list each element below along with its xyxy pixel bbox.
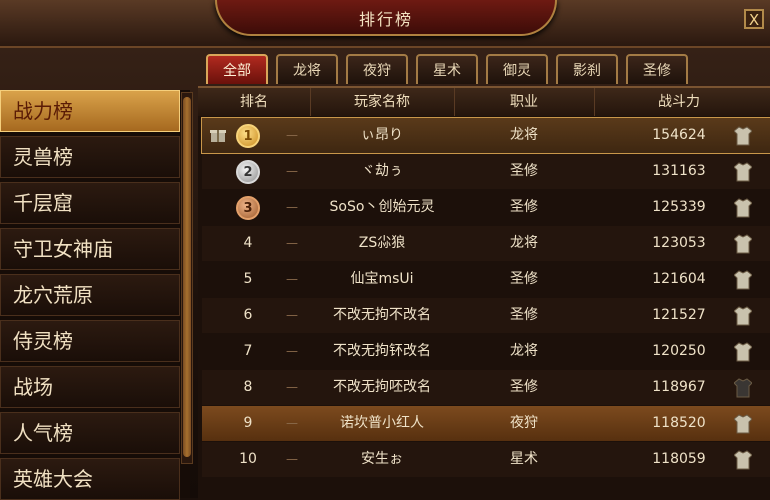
table-row[interactable]: 6— 不改无拘不改名 圣修 121527 bbox=[202, 298, 770, 333]
player-name: ぃ昂り bbox=[361, 127, 403, 143]
shirt-icon[interactable] bbox=[734, 450, 752, 470]
rank-trend: — bbox=[286, 128, 298, 142]
ranking-category-sidebar: 战力榜 灵兽榜 千层窟 守卫女神庙 龙穴荒原 侍灵榜 战场 人气榜 英雄大会 bbox=[0, 90, 190, 500]
sidebar-scrollbar[interactable] bbox=[181, 92, 193, 464]
rank-number: 4 bbox=[243, 235, 253, 251]
sidebar-item-beast[interactable]: 灵兽榜 bbox=[0, 136, 180, 178]
player-job: 龙将 bbox=[510, 343, 538, 359]
shirt-icon[interactable] bbox=[734, 414, 752, 434]
player-name: 诺坎普小红人 bbox=[340, 415, 424, 431]
tab-shengxiu[interactable]: 圣修 bbox=[626, 54, 688, 84]
player-job: 圣修 bbox=[510, 379, 538, 395]
shirt-icon[interactable] bbox=[734, 162, 752, 182]
rank-trend: — bbox=[286, 416, 298, 430]
sidebar-item-temple[interactable]: 守卫女神庙 bbox=[0, 228, 180, 270]
player-job: 星术 bbox=[510, 451, 538, 467]
player-name: ZS尛狼 bbox=[358, 235, 406, 251]
table-row[interactable]: 8— 不改无拘呸改名 圣修 118967 bbox=[202, 370, 770, 405]
tab-all[interactable]: 全部 bbox=[206, 54, 268, 84]
rank-trend: — bbox=[286, 164, 298, 178]
rank-medal-icon: 1 bbox=[236, 124, 260, 148]
player-job: 圣修 bbox=[510, 163, 538, 179]
shirt-icon[interactable] bbox=[734, 198, 752, 218]
shirt-icon[interactable] bbox=[734, 270, 752, 290]
table-row[interactable]: 1— ぃ昂り 龙将 154624 bbox=[201, 117, 770, 154]
rank-number: 10 bbox=[239, 451, 257, 467]
player-name: 不改无拘不改名 bbox=[333, 307, 431, 323]
header-power: 战斗力 bbox=[658, 94, 700, 110]
tab-longjiang[interactable]: 龙将 bbox=[276, 54, 338, 84]
player-name: ヾ劫ぅ bbox=[361, 163, 403, 179]
table-header: 排名 玩家名称 职业 战斗力 bbox=[198, 88, 770, 116]
scrollbar-thumb[interactable] bbox=[183, 97, 191, 457]
rank-trend: — bbox=[286, 380, 298, 394]
sidebar-item-hero-tournament[interactable]: 英雄大会 bbox=[0, 458, 180, 500]
rank-medal-icon: 2 bbox=[236, 160, 260, 184]
player-job: 夜狩 bbox=[510, 415, 538, 431]
ranking-table: 排名 玩家名称 职业 战斗力 1— ぃ昂り 龙将 154624 2— ヾ劫ぅ 圣修 13116… bbox=[198, 86, 770, 500]
rank-number: 5 bbox=[243, 271, 253, 287]
header-rank: 排名 bbox=[198, 88, 311, 116]
title-plate: 排行榜 bbox=[215, 0, 557, 36]
table-row[interactable]: 7— 不改无拘钚改名 龙将 120250 bbox=[202, 334, 770, 369]
tab-yuling[interactable]: 御灵 bbox=[486, 54, 548, 84]
rank-trend: — bbox=[286, 344, 298, 358]
sidebar-item-battlefield[interactable]: 战场 bbox=[0, 366, 180, 408]
rank-number: 8 bbox=[243, 379, 253, 395]
tab-xingshu[interactable]: 星术 bbox=[416, 54, 478, 84]
sidebar-item-spirit[interactable]: 侍灵榜 bbox=[0, 320, 180, 362]
player-name: 不改无拘呸改名 bbox=[333, 379, 431, 395]
close-button[interactable]: X bbox=[744, 9, 764, 29]
player-job: 龙将 bbox=[510, 127, 538, 143]
player-job: 圣修 bbox=[510, 199, 538, 215]
table-row[interactable]: 5— 仙宝msUi 圣修 121604 bbox=[202, 262, 770, 297]
tab-yingsha[interactable]: 影刹 bbox=[556, 54, 618, 84]
shirt-icon[interactable] bbox=[734, 306, 752, 326]
table-row[interactable]: 4— ZS尛狼 龙将 123053 bbox=[202, 226, 770, 261]
window-title: 排行榜 bbox=[358, 10, 413, 29]
sidebar-item-dragon-lair[interactable]: 龙穴荒原 bbox=[0, 274, 180, 316]
player-job: 龙将 bbox=[510, 235, 538, 251]
rank-trend: — bbox=[286, 272, 298, 286]
player-name: 安生ぉ bbox=[361, 451, 403, 467]
rank-number: 6 bbox=[243, 307, 253, 323]
rank-trend: — bbox=[286, 200, 298, 214]
player-name: 仙宝msUi bbox=[350, 271, 414, 287]
table-row[interactable]: 10— 安生ぉ 星术 118059 bbox=[202, 442, 770, 477]
rank-medal-icon: 3 bbox=[236, 196, 260, 220]
player-name: SoSo丶创始元灵 bbox=[329, 199, 435, 215]
player-name: 不改无拘钚改名 bbox=[333, 343, 431, 359]
ranking-window: 排行榜 X 全部 龙将 夜狩 星术 御灵 影刹 圣修 战力榜 灵兽榜 千层窟 守… bbox=[0, 0, 770, 500]
sidebar-item-cave[interactable]: 千层窟 bbox=[0, 182, 180, 224]
header-player-name: 玩家名称 bbox=[310, 88, 455, 116]
tab-yeshou[interactable]: 夜狩 bbox=[346, 54, 408, 84]
gift-icon[interactable] bbox=[210, 127, 226, 143]
rank-number: 7 bbox=[243, 343, 253, 359]
table-row[interactable]: 3— SoSo丶创始元灵 圣修 125339 bbox=[202, 190, 770, 225]
shirt-icon[interactable] bbox=[734, 234, 752, 254]
player-job: 圣修 bbox=[510, 271, 538, 287]
rank-number: 9 bbox=[243, 415, 253, 431]
rank-trend: — bbox=[286, 452, 298, 466]
rank-trend: — bbox=[286, 236, 298, 250]
player-job: 圣修 bbox=[510, 307, 538, 323]
rank-trend: — bbox=[286, 308, 298, 322]
header-job: 职业 bbox=[454, 88, 595, 116]
sidebar-item-popularity[interactable]: 人气榜 bbox=[0, 412, 180, 454]
shirt-icon[interactable] bbox=[734, 342, 752, 362]
table-row[interactable]: 2— ヾ劫ぅ 圣修 131163 bbox=[202, 154, 770, 189]
shirt-icon[interactable] bbox=[734, 378, 752, 398]
sidebar-item-power[interactable]: 战力榜 bbox=[0, 90, 180, 132]
table-row[interactable]: 9— 诺坎普小红人 夜狩 118520 bbox=[202, 406, 770, 441]
shirt-icon[interactable] bbox=[734, 126, 752, 146]
